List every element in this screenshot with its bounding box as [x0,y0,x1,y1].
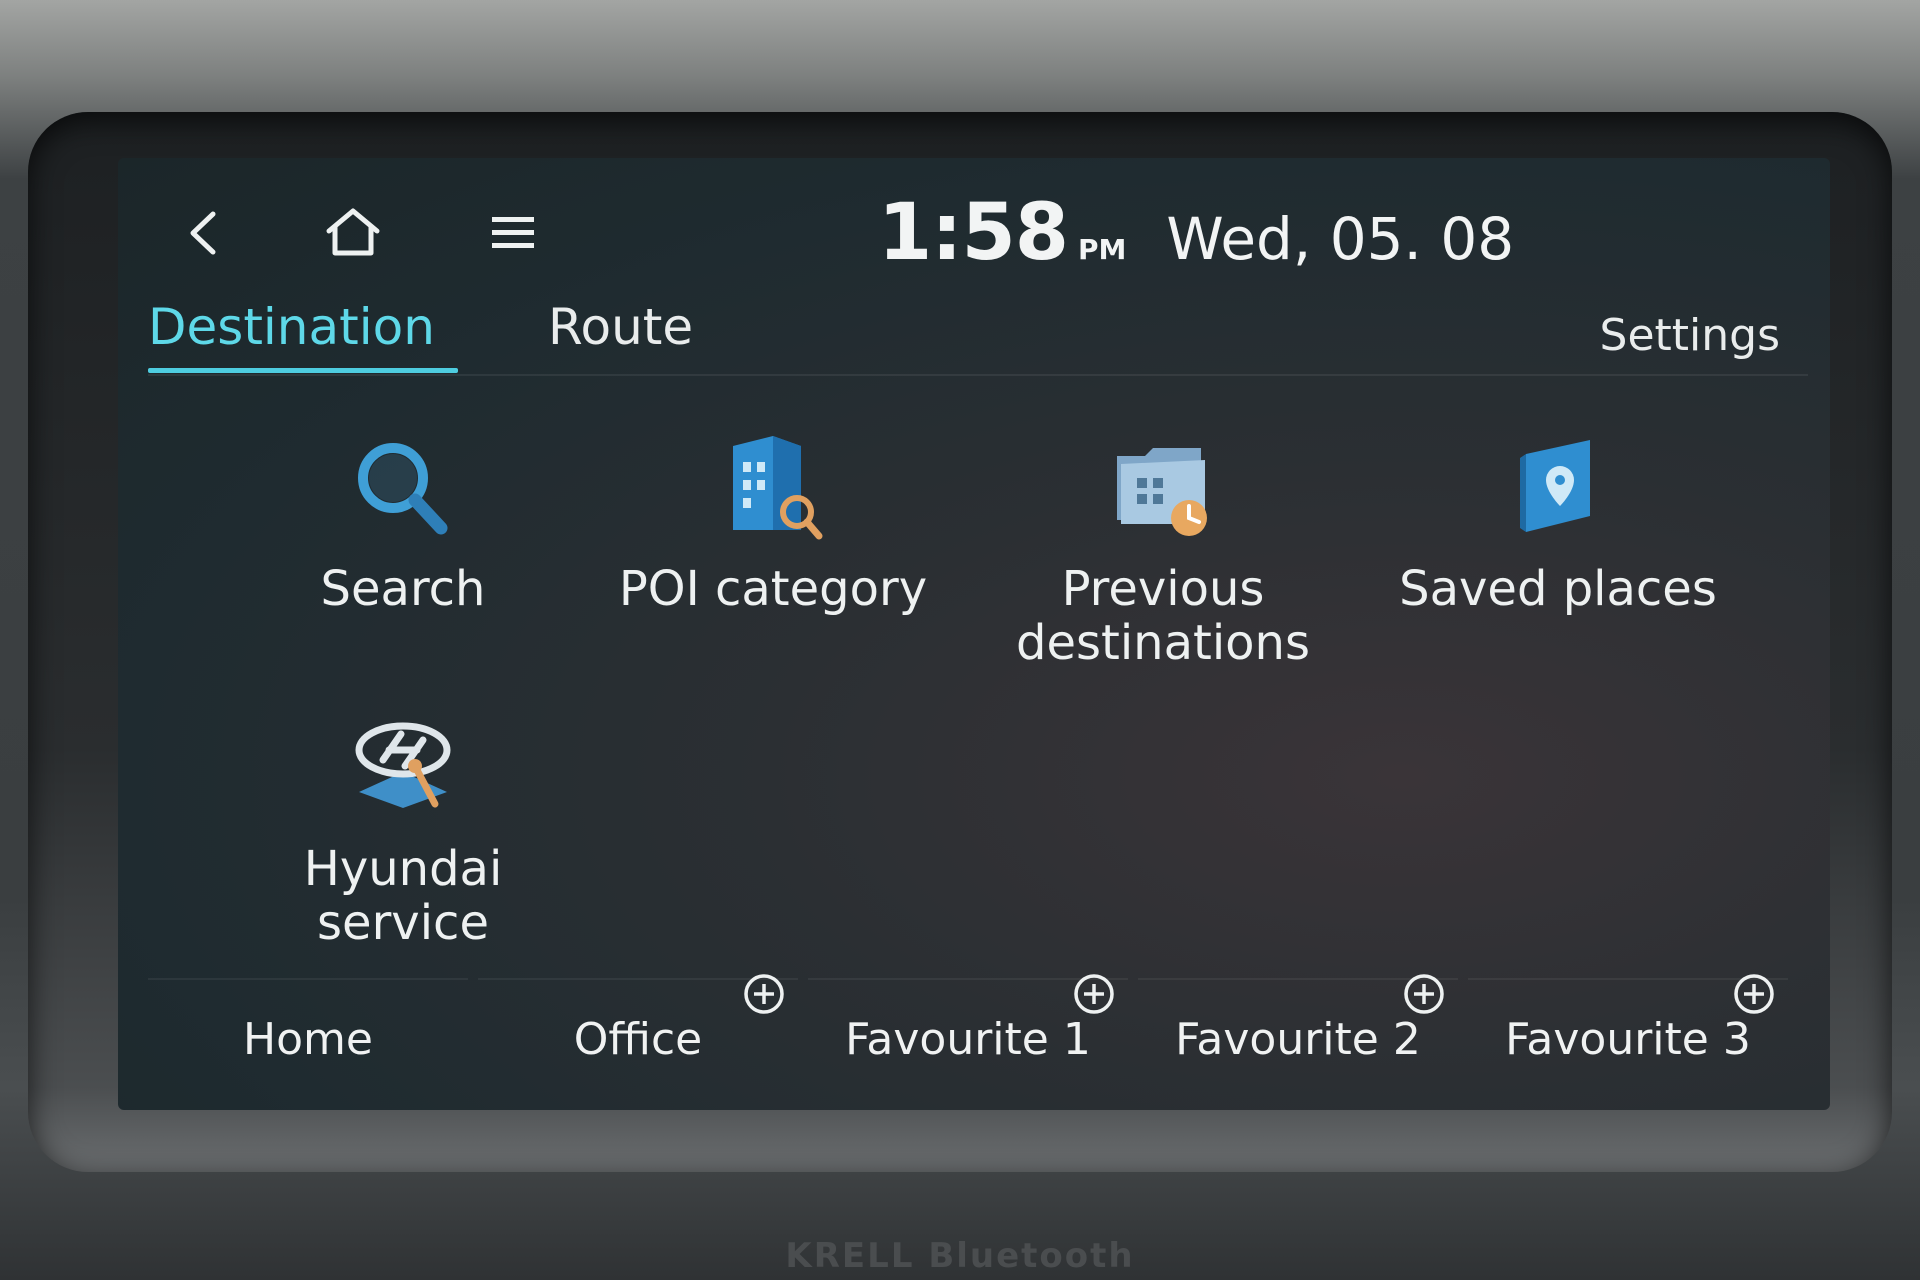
menu-button[interactable] [478,198,548,268]
favourite-home-label: Home [243,1014,373,1065]
clock-time: 1:58 [878,188,1069,278]
search-button[interactable]: Search [213,428,593,616]
favourite-3[interactable]: Favourite 3 [1468,974,1788,1090]
tab-route[interactable]: Route [548,298,693,356]
hyundai-service-label-line1: Hyundai [303,841,503,897]
hamburger-menu-icon [492,217,534,248]
add-plus-icon[interactable] [1732,972,1776,1016]
magnifier-icon [358,443,448,535]
clock-ampm: PM [1078,233,1127,266]
saved-places-label: Saved places [1399,561,1717,617]
favourite-office-label: Office [573,1014,703,1065]
building-search-icon [733,436,823,540]
book-pin-icon [1520,440,1590,532]
search-label: Search [320,561,486,617]
brand-label: KRELL Bluetooth [785,1236,1135,1276]
favourite-office[interactable]: Office [478,974,798,1090]
favourite-2[interactable]: Favourite 2 [1138,974,1458,1090]
favourites-bar: Home Office Favourite 1 Favourite 2 Favo… [148,974,1808,1090]
chevron-left-icon [190,211,216,255]
hyundai-service-button[interactable]: Hyundai service [213,708,593,950]
favourite-1-label: Favourite 1 [845,1014,1091,1065]
back-button[interactable] [168,198,238,268]
favourite-home[interactable]: Home [148,978,468,1090]
hyundai-service-icon [355,722,451,808]
clock-date: Wed, 05. 08 [1166,205,1515,273]
status-clock: 1:58 PM Wed, 05. 08 [878,188,1514,278]
tab-divider [148,374,1808,376]
previous-destinations-label-line1: Previous [1061,561,1265,617]
poi-category-button[interactable]: POI category [583,428,963,616]
previous-destinations-button[interactable]: Previous destinations [973,428,1353,670]
favourite-2-label: Favourite 2 [1175,1014,1421,1065]
tab-bar: Destination Route Settings [118,288,1830,376]
settings-button[interactable]: Settings [1600,310,1780,361]
favourite-3-label: Favourite 3 [1505,1014,1751,1065]
active-tab-indicator [148,368,458,373]
favourite-1[interactable]: Favourite 1 [808,974,1128,1090]
poi-category-label: POI category [618,561,928,617]
add-plus-icon[interactable] [1402,972,1446,1016]
infotainment-screen: 1:58 PM Wed, 05. 08 Destination Route Se… [118,158,1830,1110]
tab-destination[interactable]: Destination [148,298,435,356]
previous-destinations-label-line2: destinations [1016,615,1310,671]
add-plus-icon[interactable] [1072,972,1116,1016]
home-icon [326,208,380,256]
home-button[interactable] [318,198,388,268]
add-plus-icon[interactable] [742,972,786,1016]
hyundai-service-label-line2: service [317,895,489,951]
folder-clock-icon [1117,448,1207,536]
saved-places-button[interactable]: Saved places [1368,428,1748,616]
